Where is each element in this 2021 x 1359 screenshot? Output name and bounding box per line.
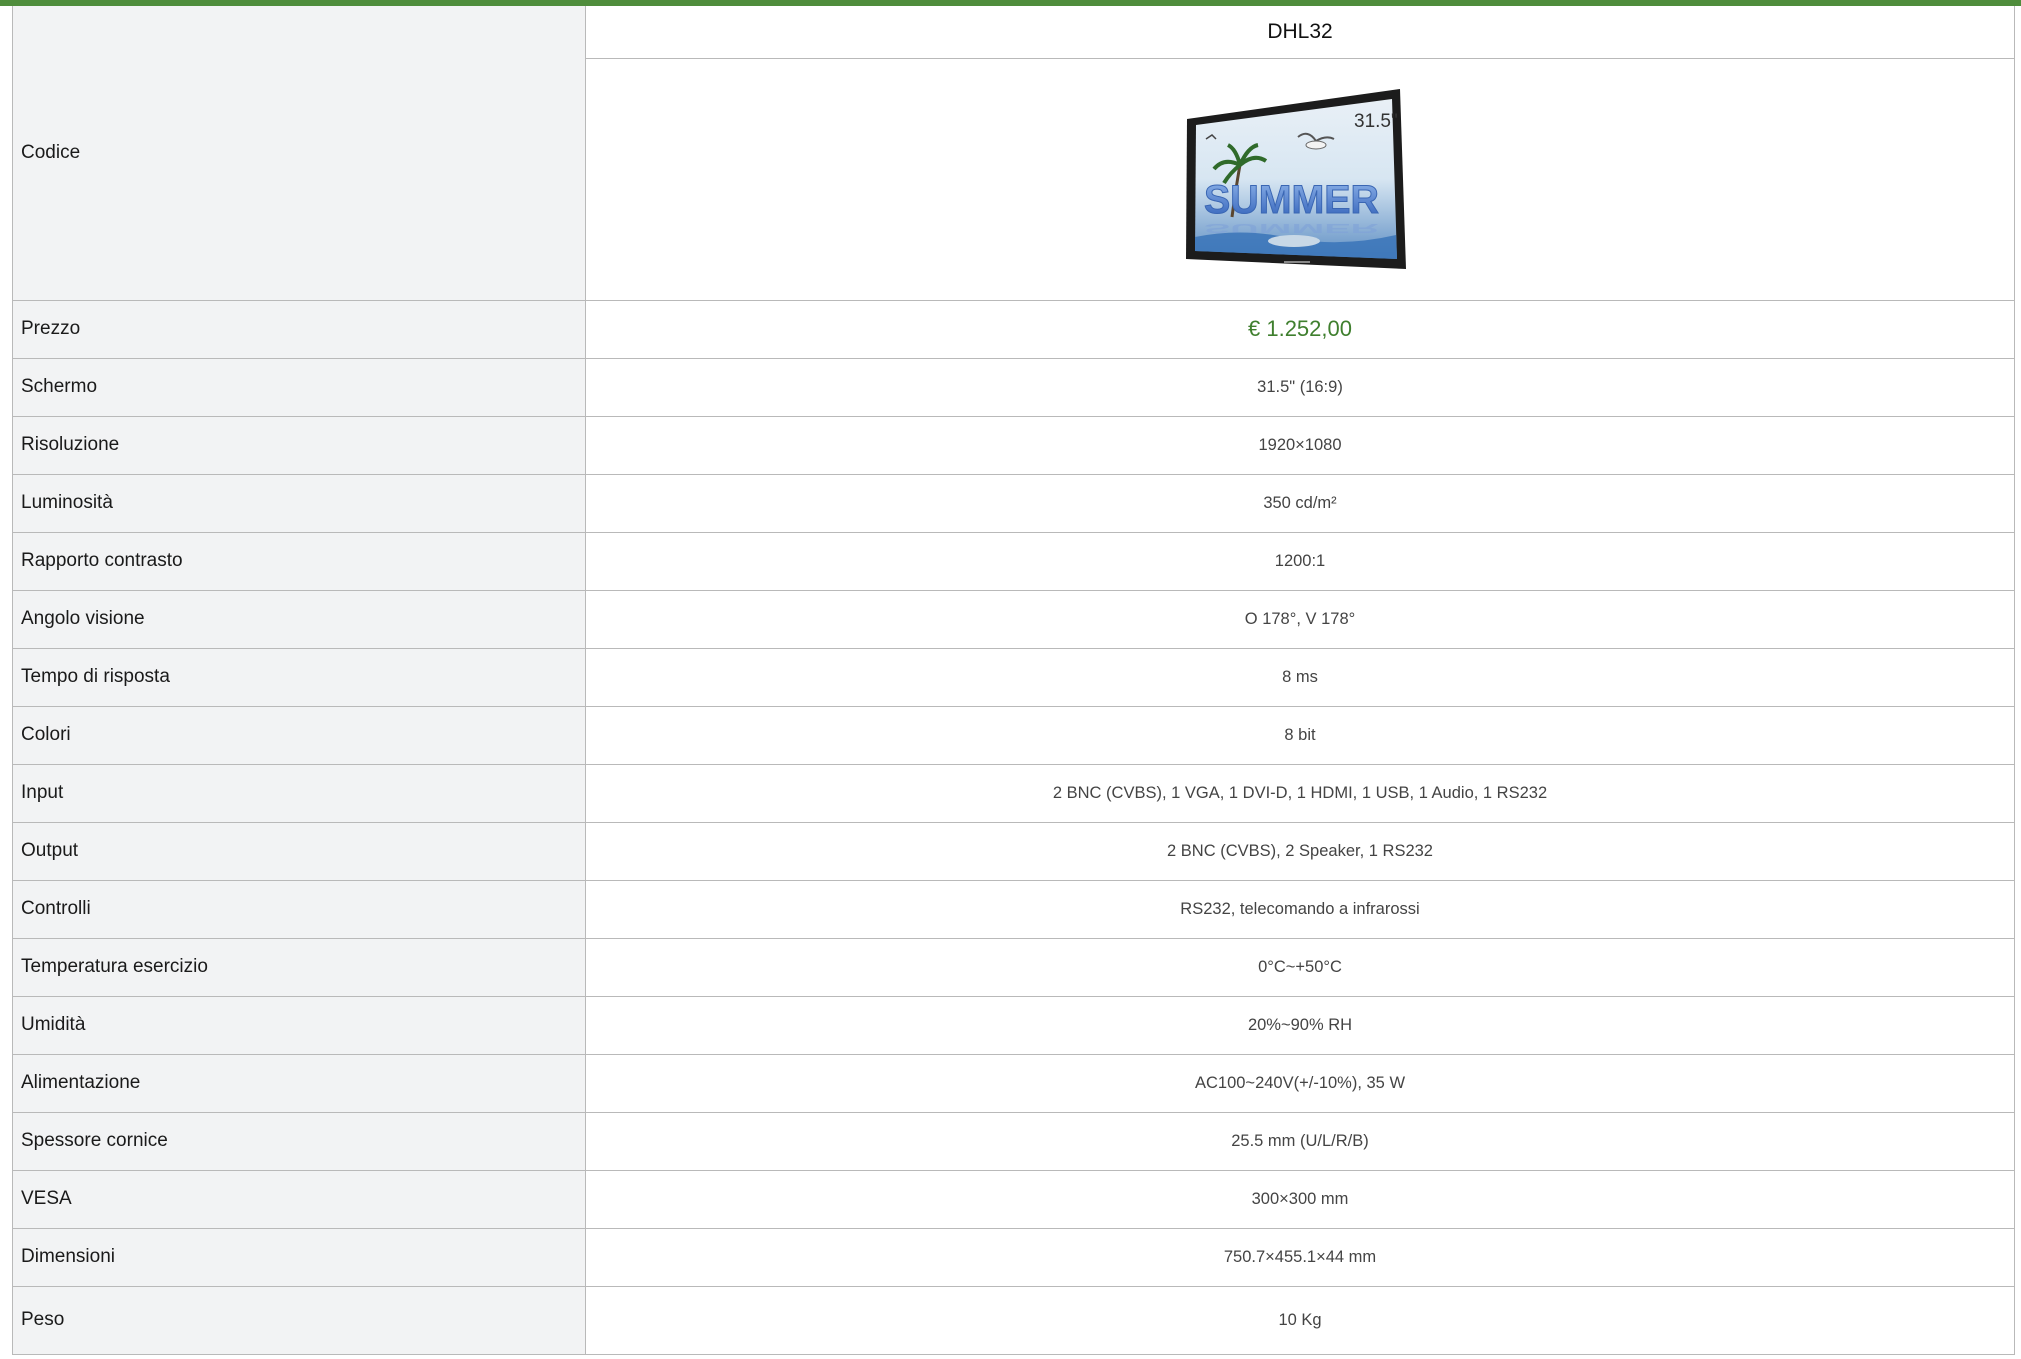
size-badge: 31.5" [1354,111,1398,132]
spec-value: 20%~90% RH [585,995,2015,1055]
price-label: Prezzo [12,299,586,359]
spec-row: Angolo visione O 178°, V 178° [12,589,2015,649]
spec-label: Controlli [12,879,586,939]
spec-label: Risoluzione [12,415,586,475]
spec-value: 300×300 mm [585,1169,2015,1229]
spec-row: Risoluzione 1920×1080 [12,415,2015,475]
code-label: Codice [12,6,586,301]
spec-row: Temperatura esercizio 0°C~+50°C [12,937,2015,997]
spec-value: 2 BNC (CVBS), 1 VGA, 1 DVI-D, 1 HDMI, 1 … [585,763,2015,823]
spec-value: 0°C~+50°C [585,937,2015,997]
spec-value: 8 bit [585,705,2015,765]
spec-label: Angolo visione [12,589,586,649]
product-image-cell: 31.5" SUMMER SUMMER [585,57,2015,301]
price-value: € 1.252,00 [585,299,2015,359]
spec-label: Tempo di risposta [12,647,586,707]
spec-row: Schermo 31.5" (16:9) [12,357,2015,417]
spec-label: Temperatura esercizio [12,937,586,997]
spec-row: Alimentazione AC100~240V(+/-10%), 35 W [12,1053,2015,1113]
spec-label: Rapporto contrasto [12,531,586,591]
spec-value: RS232, telecomando a infrarossi [585,879,2015,939]
spec-label: Dimensioni [12,1227,586,1287]
spec-row: VESA 300×300 mm [12,1169,2015,1229]
spec-value: 8 ms [585,647,2015,707]
spec-row: Input 2 BNC (CVBS), 1 VGA, 1 DVI-D, 1 HDM… [12,763,2015,823]
spec-row: Peso 10 Kg [12,1285,2015,1355]
spec-label: Colori [12,705,586,765]
spec-row: Rapporto contrasto 1200:1 [12,531,2015,591]
spec-row: Dimensioni 750.7×455.1×44 mm [12,1227,2015,1287]
spec-row: Luminosità 350 cd/m² [12,473,2015,533]
model-row: Codice DHL32 [12,6,2015,301]
spec-value: 350 cd/m² [585,473,2015,533]
spec-row: Colori 8 bit [12,705,2015,765]
spec-row: Spessore cornice 25.5 mm (U/L/R/B) [12,1111,2015,1171]
spec-label: Umidità [12,995,586,1055]
spec-label: Luminosità [12,473,586,533]
spec-value: 750.7×455.1×44 mm [585,1227,2015,1287]
spec-value: AC100~240V(+/-10%), 35 W [585,1053,2015,1113]
spec-value: 1920×1080 [585,415,2015,475]
spec-label: Peso [12,1285,586,1355]
spec-value: 31.5" (16:9) [585,357,2015,417]
screen-summer-text: SUMMER [1204,178,1379,222]
spec-value: 25.5 mm (U/L/R/B) [585,1111,2015,1171]
spec-row: Tempo di risposta 8 ms [12,647,2015,707]
spec-label: VESA [12,1169,586,1229]
spec-value: O 178°, V 178° [585,589,2015,649]
price-row: Prezzo € 1.252,00 [12,299,2015,359]
spec-value: 10 Kg [585,1285,2015,1355]
spec-label: Spessore cornice [12,1111,586,1171]
spec-value: 1200:1 [585,531,2015,591]
spec-row: Output 2 BNC (CVBS), 2 Speaker, 1 RS232 [12,821,2015,881]
spec-label: Output [12,821,586,881]
monitor-product-image: 31.5" SUMMER SUMMER [1186,89,1406,269]
spec-label: Alimentazione [12,1053,586,1113]
spec-table: Codice DHL32 31.5" SUMMER SUMMER Prezzo … [12,6,2015,1355]
spec-row: Controlli RS232, telecomando a infrarossi [12,879,2015,939]
spec-value: 2 BNC (CVBS), 2 Speaker, 1 RS232 [585,821,2015,881]
spec-label: Input [12,763,586,823]
model-name: DHL32 [585,6,2015,59]
spec-row: Umidità 20%~90% RH [12,995,2015,1055]
spec-label: Schermo [12,357,586,417]
